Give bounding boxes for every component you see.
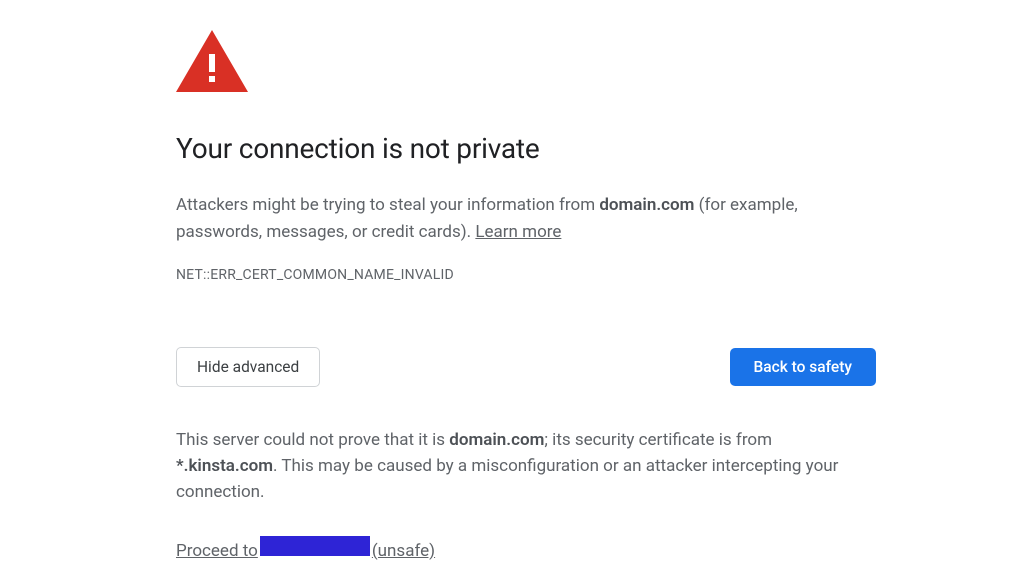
warning-triangle-icon bbox=[176, 30, 876, 92]
proceed-prefix: Proceed to bbox=[176, 538, 258, 564]
proceed-suffix: (unsafe) bbox=[372, 538, 435, 564]
page-title: Your connection is not private bbox=[176, 127, 876, 170]
warning-prefix: Attackers might be trying to steal your … bbox=[176, 195, 599, 215]
warning-message: Attackers might be trying to steal your … bbox=[176, 192, 876, 245]
error-code: NET::ERR_CERT_COMMON_NAME_INVALID bbox=[176, 265, 876, 287]
advanced-cert-from: *.kinsta.com bbox=[176, 456, 273, 476]
redacted-domain bbox=[260, 536, 370, 556]
hide-advanced-button[interactable]: Hide advanced bbox=[176, 347, 320, 387]
warning-domain: domain.com bbox=[599, 195, 694, 215]
advanced-part3: . This may be caused by a misconfigurati… bbox=[176, 456, 838, 502]
learn-more-link[interactable]: Learn more bbox=[475, 222, 561, 242]
advanced-explanation: This server could not prove that it is d… bbox=[176, 427, 876, 506]
proceed-anyway-link[interactable]: Proceed to (unsafe) bbox=[176, 536, 435, 564]
ssl-error-interstitial: Your connection is not private Attackers… bbox=[176, 30, 876, 564]
back-to-safety-button[interactable]: Back to safety bbox=[730, 348, 876, 386]
button-row: Hide advanced Back to safety bbox=[176, 347, 876, 387]
advanced-part2: ; its security certificate is from bbox=[544, 430, 772, 450]
advanced-domain: domain.com bbox=[449, 430, 544, 450]
advanced-part1: This server could not prove that it is bbox=[176, 430, 449, 450]
